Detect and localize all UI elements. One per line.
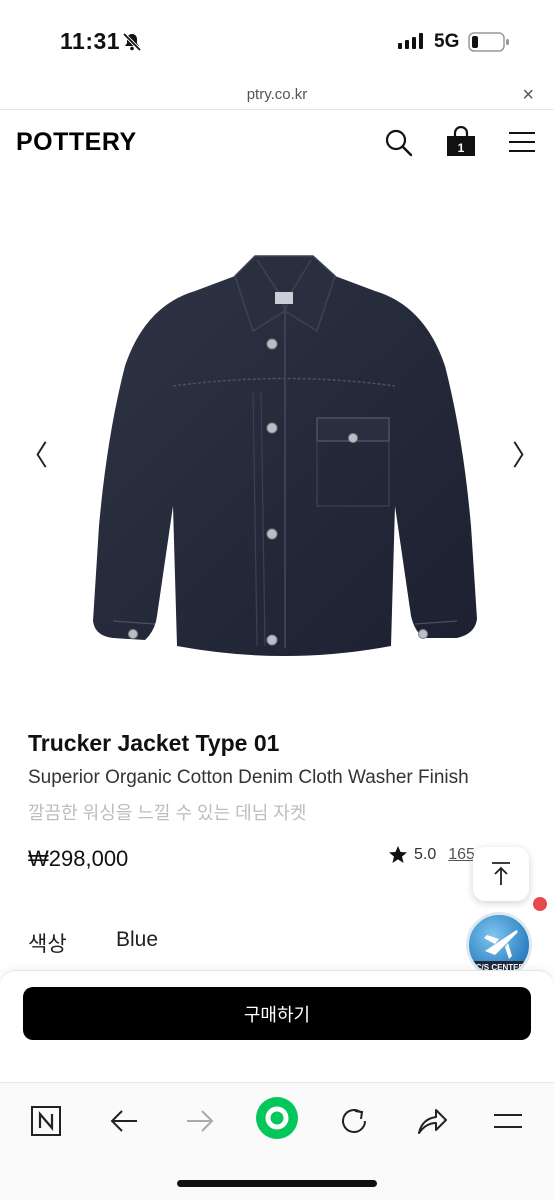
star-icon — [389, 846, 407, 863]
denim-jacket-image — [93, 255, 477, 656]
battery-low-icon — [468, 32, 510, 57]
cart-count-badge: 1 — [457, 141, 465, 155]
site-header: POTTERY 1 — [0, 112, 554, 174]
status-bar: 11:31 5G — [0, 0, 554, 80]
product-subtitle: Superior Organic Cotton Denim Cloth Wash… — [28, 767, 469, 788]
gallery-next-arrow[interactable]: 〉 — [512, 434, 540, 474]
browser-url-bar[interactable]: ptry.co.kr × — [0, 80, 554, 110]
back-arrow-icon[interactable] — [102, 1099, 146, 1143]
product-rating: 5.0 165 — [388, 845, 475, 865]
bell-slash-icon — [122, 32, 142, 57]
menu-icon[interactable] — [486, 1099, 530, 1143]
purchase-sheet: 구매하기 — [0, 970, 554, 1082]
signal-bars-icon — [398, 33, 423, 49]
buy-button[interactable]: 구매하기 — [23, 987, 531, 1040]
share-icon[interactable] — [410, 1099, 454, 1143]
search-icon[interactable] — [384, 128, 414, 163]
forward-arrow-icon[interactable] — [178, 1099, 222, 1143]
url-text[interactable]: ptry.co.kr — [0, 86, 554, 103]
color-option-label: 색상 — [28, 933, 67, 956]
network-label: 5G — [434, 31, 460, 52]
rating-value: 5.0 — [414, 846, 437, 863]
product-description: 깔끔한 워싱을 느낄 수 있는 데님 자켓 — [28, 803, 307, 823]
color-option-row: 색상 Blue — [28, 928, 158, 958]
close-icon[interactable]: × — [522, 84, 534, 107]
status-time: 11:31 — [60, 28, 121, 54]
cs-center-button[interactable]: C/S CENTER — [466, 912, 532, 978]
color-option-value: Blue — [116, 928, 159, 951]
notification-dot — [533, 897, 547, 911]
home-indicator[interactable] — [177, 1180, 377, 1187]
site-logo[interactable]: POTTERY — [16, 128, 137, 157]
cart-bag-icon[interactable]: 1 — [446, 125, 476, 163]
reload-icon[interactable] — [332, 1099, 376, 1143]
product-info: Trucker Jacket Type 01 Superior Organic … — [28, 730, 538, 825]
product-title: Trucker Jacket Type 01 — [28, 730, 280, 756]
scroll-to-top-button[interactable] — [473, 847, 529, 901]
product-price: ₩298,000 — [28, 846, 129, 871]
green-home-icon[interactable] — [254, 1095, 300, 1141]
menu-hamburger-icon[interactable] — [508, 130, 536, 159]
arrow-up-to-top-icon — [492, 862, 510, 885]
airplane-icon — [484, 930, 518, 959]
gallery-prev-arrow[interactable]: 〈 — [20, 434, 48, 474]
naver-n-icon[interactable] — [24, 1099, 68, 1143]
review-count-link[interactable]: 165 — [448, 846, 475, 864]
